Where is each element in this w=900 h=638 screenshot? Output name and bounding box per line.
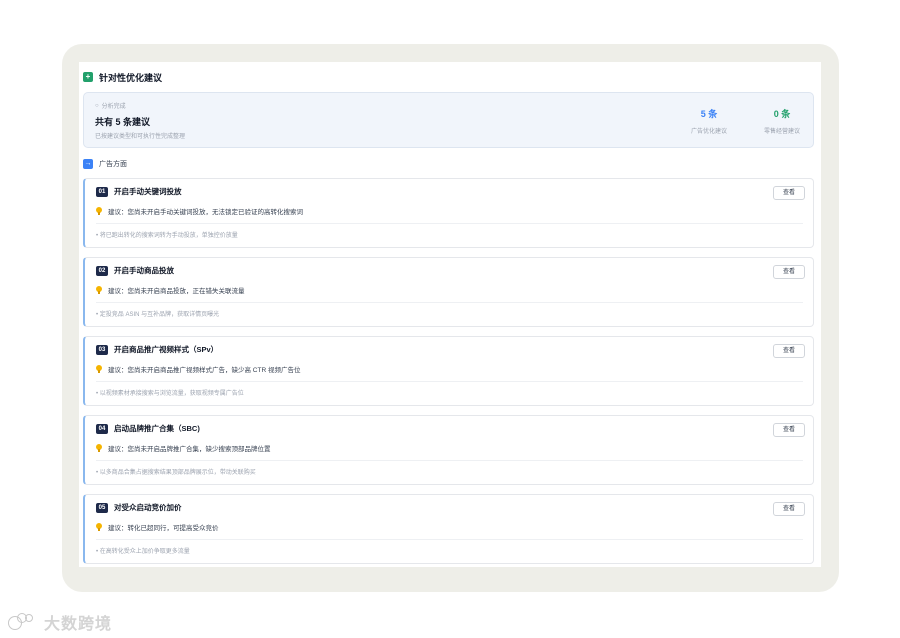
watermark-logo-icon xyxy=(8,612,38,632)
stat-ad-suggestions: 5 条 广告优化建议 xyxy=(674,107,744,135)
lightbulb-icon xyxy=(96,286,102,294)
suggestion-card: 02 开启手动商品投放 查看 建议：您尚未开启商品投放，正在错失关联流量 • 定… xyxy=(83,257,814,327)
suggestion-text: 建议：您尚未开启品牌推广合集，缺少搜索顶部品牌位置 xyxy=(108,446,271,453)
suggestion-text: 建议：转化已超同行，可提高受众竞价 xyxy=(108,525,219,532)
view-button[interactable]: 查看 xyxy=(773,186,805,200)
card-number: 03 xyxy=(96,345,108,355)
note-text: 以视频素材承接搜索与浏览流量，获取视频专属广告位 xyxy=(99,391,244,397)
divider xyxy=(96,302,803,303)
card-title: 启动品牌推广合集（SBC) xyxy=(114,424,200,433)
stat-value: 5 条 xyxy=(700,109,718,119)
note-text: 定投竞品 ASIN 与互补品牌，获取详情页曝光 xyxy=(99,312,220,318)
card-number: 02 xyxy=(96,266,108,276)
card-note: • 将已跑出转化的搜索词转为手动投放，单独控价放量 xyxy=(96,233,238,239)
card-note: • 以多商品合集占据搜索结果顶部品牌展示位，带动关联购买 xyxy=(96,470,256,476)
analysis-status-text: 分析完成 xyxy=(101,104,126,110)
suggestion-card: 01 开启手动关键词投放 查看 建议：您尚未开启手动关键词投放，无法锁定已验证的… xyxy=(83,178,814,248)
analysis-status: ○ 分析完成 xyxy=(95,101,126,111)
lightbulb-icon xyxy=(96,365,102,373)
card-note: • 以视频素材承接搜索与浏览流量，获取视频专属广告位 xyxy=(96,391,244,397)
stat-ops-suggestions: 0 条 零售经营建议 xyxy=(747,107,817,135)
card-suggestion: 建议：转化已超同行，可提高受众竞价 xyxy=(96,522,219,532)
view-button[interactable]: 查看 xyxy=(773,502,805,516)
card-title: 开启手动关键词投放 xyxy=(114,187,182,196)
lightbulb-icon xyxy=(96,523,102,531)
section-header-ads: → 广告方面 xyxy=(83,158,127,170)
lightbulb-icon xyxy=(96,207,102,215)
suggestion-text: 建议：您尚未开启商品投放，正在错失关联流量 xyxy=(108,288,245,295)
stat-value: 0 条 xyxy=(773,109,791,119)
stat-label: 零售经营建议 xyxy=(763,129,800,135)
divider xyxy=(96,223,803,224)
watermark: 大数跨境 xyxy=(8,610,112,634)
card-number: 01 xyxy=(96,187,108,197)
card-suggestion: 建议：您尚未开启商品推广视频样式广告，缺少高 CTR 视频广告位 xyxy=(96,364,300,374)
card-suggestion: 建议：您尚未开启品牌推广合集，缺少搜索顶部品牌位置 xyxy=(96,443,271,453)
suggestion-card: 04 启动品牌推广合集（SBC) 查看 建议：您尚未开启品牌推广合集，缺少搜索顶… xyxy=(83,415,814,485)
suggestion-text: 建议：您尚未开启手动关键词投放，无法锁定已验证的高转化搜索词 xyxy=(108,209,303,216)
card-suggestion: 建议：您尚未开启商品投放，正在错失关联流量 xyxy=(96,285,245,295)
view-button[interactable]: 查看 xyxy=(773,423,805,437)
view-button[interactable]: 查看 xyxy=(773,344,805,358)
arrow-right-icon: → xyxy=(83,159,93,169)
view-button[interactable]: 查看 xyxy=(773,265,805,279)
divider xyxy=(96,381,803,382)
check-icon: ○ xyxy=(95,102,99,109)
card-note: • 定投竞品 ASIN 与互补品牌，获取详情页曝光 xyxy=(96,312,220,318)
section-title: 广告方面 xyxy=(99,161,127,168)
lightbulb-icon xyxy=(96,444,102,452)
summary-subtitle: 已按建议类型和可执行性完成整理 xyxy=(95,134,186,140)
card-title: 对受众启动竞价加价 xyxy=(114,503,182,512)
suggestion-text: 建议：您尚未开启商品推广视频样式广告，缺少高 CTR 视频广告位 xyxy=(108,367,301,374)
card-suggestion: 建议：您尚未开启手动关键词投放，无法锁定已验证的高转化搜索词 xyxy=(96,206,303,216)
note-text: 将已跑出转化的搜索词转为手动投放，单独控价放量 xyxy=(99,233,238,239)
suggestions-panel: + 针对性优化建议 ○ 分析完成 共有 5 条建议 已按建议类型和可执行性完成整… xyxy=(79,62,821,567)
card-note: • 在高转化受众上加价争取更多流量 xyxy=(96,549,190,555)
suggestion-card: 03 开启商品推广视频样式（SPv） 查看 建议：您尚未开启商品推广视频样式广告… xyxy=(83,336,814,406)
divider xyxy=(96,539,803,540)
watermark-text: 大数跨境 xyxy=(44,616,113,633)
note-text: 在高转化受众上加价争取更多流量 xyxy=(99,549,190,555)
card-title: 开启商品推广视频样式（SPv） xyxy=(114,345,219,354)
card-number: 04 xyxy=(96,424,108,434)
plus-square-icon: + xyxy=(83,72,93,82)
stat-label: 广告优化建议 xyxy=(690,129,727,135)
suggestion-card: 05 对受众启动竞价加价 查看 建议：转化已超同行，可提高受众竞价 • 在高转化… xyxy=(83,494,814,564)
panel-title: 针对性优化建议 xyxy=(99,72,163,83)
summary-title: 共有 5 条建议 xyxy=(95,117,151,127)
card-title: 开启手动商品投放 xyxy=(114,266,174,275)
card-number: 05 xyxy=(96,503,108,513)
divider xyxy=(96,460,803,461)
summary-card: ○ 分析完成 共有 5 条建议 已按建议类型和可执行性完成整理 5 条 广告优化… xyxy=(83,92,814,148)
panel-header: + 针对性优化建议 xyxy=(83,70,162,84)
note-text: 以多商品合集占据搜索结果顶部品牌展示位，带动关联购买 xyxy=(99,470,256,476)
